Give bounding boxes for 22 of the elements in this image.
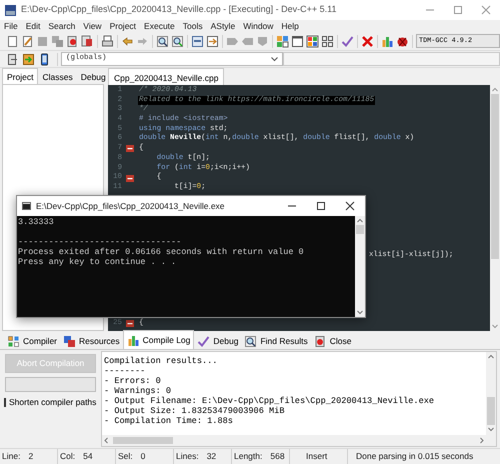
- status-message: Done parsing in 0.015 seconds: [355, 450, 474, 463]
- log-line: - Compilation Time: 1.88s: [104, 416, 234, 426]
- status-label: Col:: [60, 450, 76, 463]
- insert-mode: Insert: [290, 449, 348, 464]
- status-label: Line:: [2, 450, 20, 463]
- console-output: 3.33333 -------------------------------- Process exited after 0.06166 seconds with return value 0 Press any key to continue . . .: [18, 217, 305, 267]
- log-line: - Errors: 0: [104, 376, 162, 386]
- status-value: 568: [270, 450, 285, 463]
- status-label: Sel:: [118, 450, 133, 463]
- status-value: 0: [140, 450, 146, 463]
- window-title: E:\Dev-Cpp\Cpp_files\Cpp_20200413_Neville.cpp - [Executing] - Dev-C++ 5.11: [21, 3, 337, 16]
- status-value: 2: [28, 450, 34, 463]
- status-label: Lines:: [176, 450, 199, 463]
- log-line: Compilation results...: [104, 356, 218, 366]
- status-value: 54: [83, 450, 93, 463]
- status-label: Length:: [234, 450, 262, 463]
- log-line: - Output Filename: E:\Dev-Cpp\Cpp_files\Cpp_20200413_Neville.exe: [104, 396, 436, 406]
- status-value: 32: [206, 450, 216, 463]
- console-title: E:\Dev-Cpp\Cpp_files\Cpp_20200413_Neville.exe: [36, 200, 225, 212]
- log-line: - Warnings: 0: [104, 386, 172, 396]
- log-line: --------: [104, 366, 146, 376]
- log-line: - Output Size: 1.83253479003906 MiB: [104, 406, 286, 416]
